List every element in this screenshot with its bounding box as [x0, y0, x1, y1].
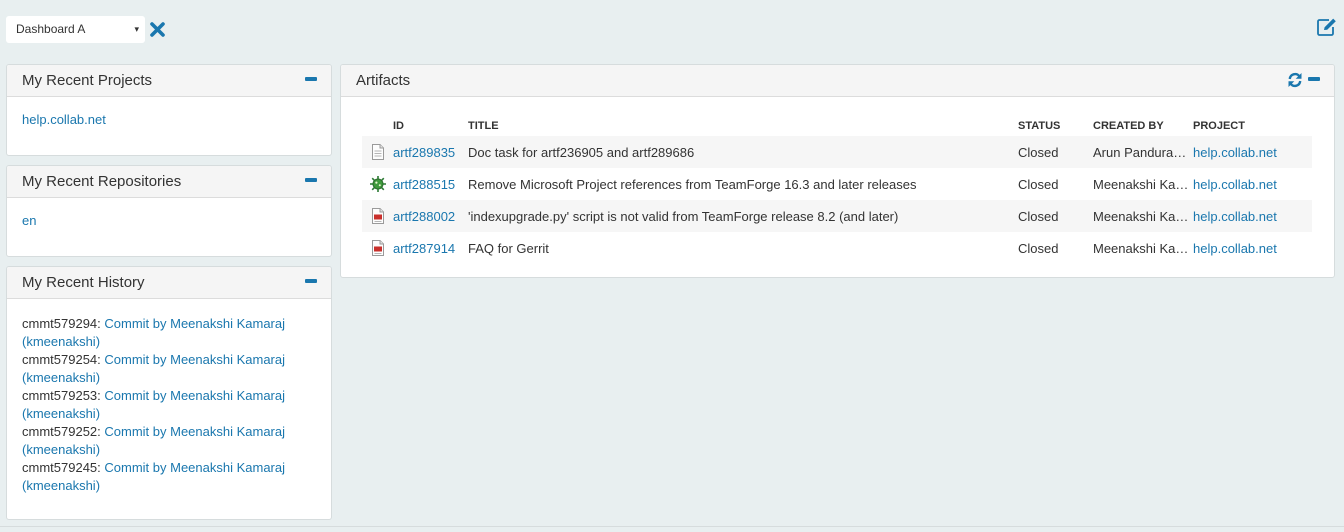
artifact-created-by: Meenakshi Kamaraj [1093, 177, 1189, 193]
panel-title: My Recent History [22, 274, 145, 291]
minimize-icon[interactable] [305, 178, 317, 182]
history-item: cmmt579252: Commit by Meenakshi Kamaraj … [22, 423, 316, 459]
project-link[interactable]: help.collab.net [22, 112, 106, 127]
edit-icon[interactable] [1316, 17, 1338, 37]
row-icon-cell [362, 232, 393, 264]
panel-title: My Recent Projects [22, 72, 153, 89]
artifact-created-by: Meenakshi Kamaraj [1093, 209, 1189, 225]
pdf-document-icon [371, 240, 384, 257]
recent-repositories-panel: My Recent Repositories en [6, 165, 332, 257]
recent-projects-panel: My Recent Projects help.collab.net [6, 64, 332, 156]
history-item-id: cmmt579245: [22, 460, 101, 475]
artifact-title: 'indexupgrade.py' script is not valid fr… [468, 200, 1018, 232]
artifact-created-by: Meenakshi Kamaraj [1093, 241, 1189, 257]
minimize-icon[interactable] [305, 77, 317, 81]
close-x-icon[interactable] [149, 20, 166, 38]
artifact-id-link[interactable]: artf287914 [393, 241, 455, 256]
history-item: cmmt579253: Commit by Meenakshi Kamaraj … [22, 387, 316, 423]
history-item-link[interactable]: Commit by Meenakshi Kamaraj [104, 460, 285, 475]
artifact-status: Closed [1018, 176, 1059, 192]
history-item-id: cmmt579252: [22, 424, 101, 439]
artifact-title: Doc task for artf236905 and artf289686 [468, 136, 1018, 168]
recent-history-panel: My Recent History cmmt579294: Commit by … [6, 266, 332, 520]
history-item: cmmt579294: Commit by Meenakshi Kamaraj … [22, 315, 316, 351]
artifact-project-link[interactable]: help.collab.net [1193, 209, 1277, 224]
document-icon [371, 144, 384, 161]
artifact-status: Closed [1018, 200, 1093, 232]
history-item-id: cmmt579294: [22, 316, 101, 331]
history-item-id: cmmt579254: [22, 352, 101, 367]
column-header-icon [362, 110, 393, 136]
table-row: artf289835 Doc task for artf236905 and a… [362, 136, 1312, 168]
panel-header: Artifacts [341, 65, 1334, 97]
artifact-id-link[interactable]: artf289835 [393, 145, 455, 160]
page-divider [0, 526, 1344, 527]
dashboard-select-value: Dashboard A [16, 22, 86, 36]
artifact-created-by: Arun Pandurangan [1093, 145, 1189, 161]
artifact-project-link[interactable]: help.collab.net [1193, 241, 1277, 256]
history-item-link[interactable]: Commit by Meenakshi Kamaraj [104, 352, 285, 367]
artifacts-panel: Artifacts ID TITLE STATUS CREATED BY PRO… [340, 64, 1335, 278]
history-item-user[interactable]: (kmeenakshi) [22, 405, 316, 423]
history-item-user[interactable]: (kmeenakshi) [22, 441, 316, 459]
row-icon-cell [362, 136, 393, 168]
column-header-title[interactable]: TITLE [468, 110, 1018, 136]
defect-bug-icon [369, 176, 386, 192]
artifact-project-link[interactable]: help.collab.net [1193, 145, 1277, 160]
artifact-id-link[interactable]: artf288515 [393, 177, 455, 192]
minimize-icon[interactable] [305, 279, 317, 283]
history-item-id: cmmt579253: [22, 388, 101, 403]
panel-header: My Recent Repositories [7, 166, 331, 198]
history-item-link[interactable]: Commit by Meenakshi Kamaraj [104, 424, 285, 439]
history-item-user[interactable]: (kmeenakshi) [22, 333, 316, 351]
panel-body: help.collab.net [7, 97, 331, 143]
artifact-id-link[interactable]: artf288002 [393, 209, 455, 224]
panel-header: My Recent History [7, 267, 331, 299]
column-header-project[interactable]: PROJECT [1193, 110, 1312, 136]
panel-title: Artifacts [356, 72, 411, 89]
table-row: artf288002 'indexupgrade.py' script is n… [362, 200, 1312, 232]
panel-title: My Recent Repositories [22, 173, 182, 190]
artifact-title: FAQ for Gerrit [468, 240, 549, 256]
row-icon-cell [362, 200, 393, 232]
table-header-row: ID TITLE STATUS CREATED BY PROJECT [362, 110, 1312, 136]
history-item-link[interactable]: Commit by Meenakshi Kamaraj [104, 388, 285, 403]
history-item: cmmt579254: Commit by Meenakshi Kamaraj … [22, 351, 316, 387]
artifact-status: Closed [1018, 240, 1059, 256]
panel-body: cmmt579294: Commit by Meenakshi Kamaraj … [7, 299, 331, 509]
column-header-id[interactable]: ID [393, 110, 468, 136]
refresh-icon[interactable] [1287, 72, 1303, 88]
history-item-user[interactable]: (kmeenakshi) [22, 477, 316, 495]
history-item-link[interactable]: Commit by Meenakshi Kamaraj [104, 316, 285, 331]
chevron-down-icon: ▾ [134, 24, 139, 34]
history-item-user[interactable]: (kmeenakshi) [22, 369, 316, 387]
row-icon-cell [362, 168, 393, 200]
minimize-icon[interactable] [1308, 77, 1320, 81]
artifact-title: Remove Microsoft Project references from… [468, 176, 917, 192]
column-header-status[interactable]: STATUS [1018, 110, 1093, 136]
artifacts-table: ID TITLE STATUS CREATED BY PROJECT artf2… [362, 110, 1312, 264]
column-header-created-by[interactable]: CREATED BY [1093, 110, 1193, 136]
artifact-status: Closed [1018, 136, 1093, 168]
artifact-project-link[interactable]: help.collab.net [1193, 177, 1277, 192]
panel-header: My Recent Projects [7, 65, 331, 97]
history-item: cmmt579245: Commit by Meenakshi Kamaraj … [22, 459, 316, 495]
panel-body: en [7, 198, 331, 244]
table-row: artf287914 FAQ for Gerrit Closed Meenaks… [362, 232, 1312, 264]
repository-link[interactable]: en [22, 213, 36, 228]
dashboard-select[interactable]: Dashboard A ▾ [6, 16, 145, 43]
pdf-document-icon [371, 208, 384, 225]
table-row: artf288515 Remove Microsoft Project refe… [362, 168, 1312, 200]
